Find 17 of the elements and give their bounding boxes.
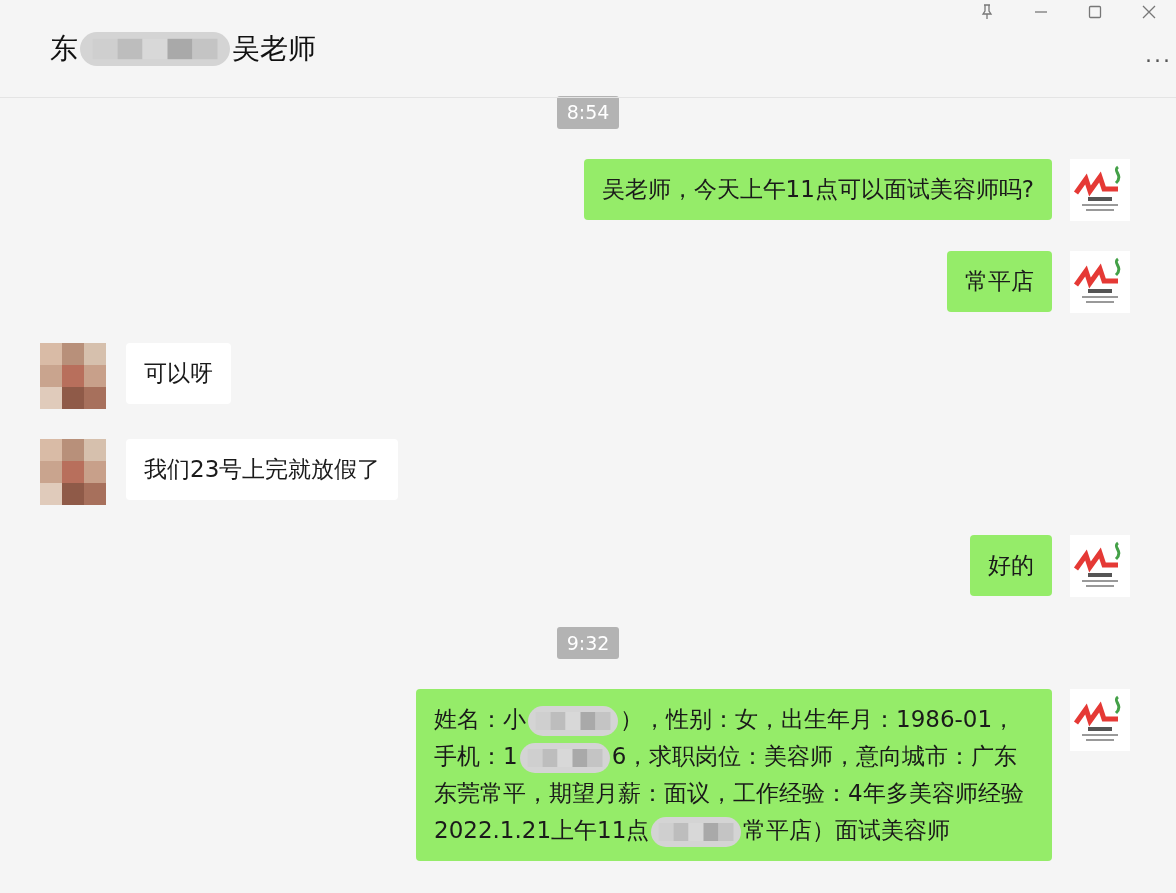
chat-title: 东 吴老师 xyxy=(50,30,316,68)
logo-avatar[interactable] xyxy=(1070,250,1130,313)
message-bubble: 常平店 xyxy=(947,250,1052,312)
logo-avatar[interactable] xyxy=(1070,534,1130,597)
more-button[interactable]: ... xyxy=(1145,38,1172,71)
message-bubble: 我们23号上完就放假了 xyxy=(126,438,399,500)
logo-avatar[interactable] xyxy=(1070,158,1130,221)
message-bubble: 吴老师，今天上午11点可以面试美容师吗? xyxy=(583,158,1052,220)
close-icon[interactable] xyxy=(1142,5,1156,19)
maximize-icon[interactable] xyxy=(1088,5,1102,19)
logo-avatar[interactable] xyxy=(1070,689,1130,751)
time-label: 8:54 xyxy=(556,96,620,129)
message-bubble: 可以呀 xyxy=(126,342,231,404)
pin-icon[interactable] xyxy=(980,4,994,20)
message-bubble: 好的 xyxy=(970,534,1052,596)
message-bubble: 姓名：小 ），性别：女，出生年月：1986-01，手机：1 6，求职岗位：美容师，意向城市：广东东莞常平，期望月薪：面议，工作经验：4年多美容师经验 2022.1.21上午11点 常平店）面试美容师 xyxy=(416,689,1052,861)
time-label: 9:32 xyxy=(556,626,620,659)
